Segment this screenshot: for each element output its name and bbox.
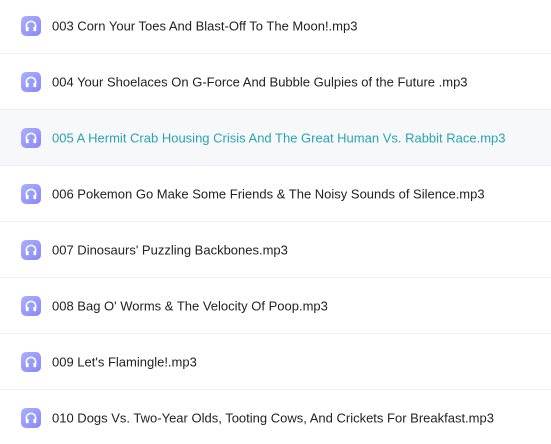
- headphones-icon: [21, 351, 41, 372]
- headphones-icon: [21, 15, 41, 36]
- headphones-icon: [21, 71, 41, 92]
- list-item[interactable]: 007 Dinosaurs' Puzzling Backbones.mp3: [0, 222, 551, 278]
- list-item[interactable]: 010 Dogs Vs. Two-Year Olds, Tooting Cows…: [0, 390, 551, 444]
- headphones-icon: [21, 407, 41, 428]
- file-name: 005 A Hermit Crab Housing Crisis And The…: [52, 130, 506, 145]
- file-name: 008 Bag O' Worms & The Velocity Of Poop.…: [52, 298, 328, 313]
- file-name: 007 Dinosaurs' Puzzling Backbones.mp3: [52, 242, 288, 257]
- headphones-icon: [21, 183, 41, 204]
- headphones-icon: [21, 239, 41, 260]
- headphones-icon: [21, 295, 41, 316]
- audio-file-list: 003 Corn Your Toes And Blast-Off To The …: [0, 0, 551, 444]
- file-name: 006 Pokemon Go Make Some Friends & The N…: [52, 186, 485, 201]
- file-name: 003 Corn Your Toes And Blast-Off To The …: [52, 18, 358, 33]
- file-name: 010 Dogs Vs. Two-Year Olds, Tooting Cows…: [52, 410, 494, 425]
- file-name: 004 Your Shoelaces On G-Force And Bubble…: [52, 74, 468, 89]
- file-name: 009 Let's Flamingle!.mp3: [52, 354, 197, 369]
- list-item[interactable]: 008 Bag O' Worms & The Velocity Of Poop.…: [0, 278, 551, 334]
- list-item[interactable]: 009 Let's Flamingle!.mp3: [0, 334, 551, 390]
- list-item[interactable]: 006 Pokemon Go Make Some Friends & The N…: [0, 166, 551, 222]
- list-item[interactable]: 003 Corn Your Toes And Blast-Off To The …: [0, 0, 551, 54]
- list-item[interactable]: 004 Your Shoelaces On G-Force And Bubble…: [0, 54, 551, 110]
- headphones-icon: [21, 127, 41, 148]
- list-item-selected[interactable]: 005 A Hermit Crab Housing Crisis And The…: [0, 110, 551, 166]
